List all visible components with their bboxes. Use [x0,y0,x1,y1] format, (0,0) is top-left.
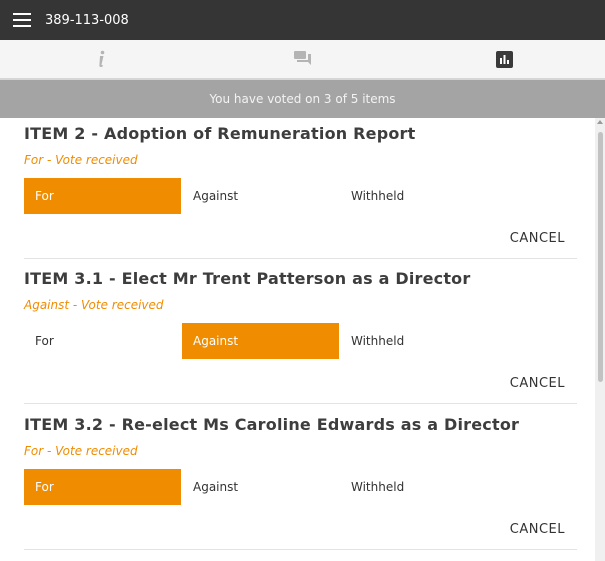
vote-against-button[interactable]: Against [182,469,339,505]
vote-withheld-button[interactable]: Withheld [340,178,497,214]
item-title: ITEM 2 - Adoption of Remuneration Report [24,124,416,143]
vote-progress-text: You have voted on 3 of 5 items [209,92,396,106]
item-title: ITEM 3.2 - Re-elect Ms Caroline Edwards … [24,415,520,434]
tab-messages[interactable] [202,40,404,78]
vote-withheld-button[interactable]: Withheld [340,323,497,359]
item-title: ITEM 3.1 - Elect Mr Trent Patterson as a… [24,269,471,288]
meeting-id: 389-113-008 [45,12,129,28]
vote-options: For Against Withheld [24,469,577,505]
list-item: ITEM 3.1 - Elect Mr Trent Patterson as a… [24,269,577,404]
tab-info[interactable] [0,40,202,78]
cancel-vote-button[interactable]: CANCEL [510,231,565,246]
scroll-up-arrow-icon[interactable] [597,120,603,124]
vote-withheld-button[interactable]: Withheld [340,469,497,505]
vote-for-button[interactable]: For [24,178,181,214]
tab-voting[interactable] [403,40,605,78]
vote-progress-banner: You have voted on 3 of 5 items [0,80,605,118]
vote-against-button[interactable]: Against [182,178,339,214]
vote-for-button[interactable]: For [24,469,181,505]
cancel-vote-button[interactable]: CANCEL [510,522,565,537]
list-item: ITEM 3.2 - Re-elect Ms Caroline Edwards … [24,415,577,550]
tab-bar [0,40,605,80]
scrollbar-thumb[interactable] [598,132,603,382]
vote-options: For Against Withheld [24,178,577,214]
info-icon [99,50,105,67]
vote-against-button[interactable]: Against [182,323,339,359]
items-list: ITEM 2 - Adoption of Remuneration Report… [0,118,595,561]
chat-icon [293,51,311,65]
menu-icon[interactable] [13,13,31,27]
list-item: ITEM 2 - Adoption of Remuneration Report… [24,124,577,259]
cancel-vote-button[interactable]: CANCEL [510,376,565,391]
vote-status: For - Vote received [24,153,138,167]
vote-options: For Against Withheld [24,323,577,359]
chart-icon [495,50,513,68]
vote-status: Against - Vote received [24,298,164,312]
vote-for-button[interactable]: For [24,323,181,359]
vote-status: For - Vote received [24,444,138,458]
top-bar: 389-113-008 [0,0,605,40]
scrollbar[interactable] [595,118,605,561]
